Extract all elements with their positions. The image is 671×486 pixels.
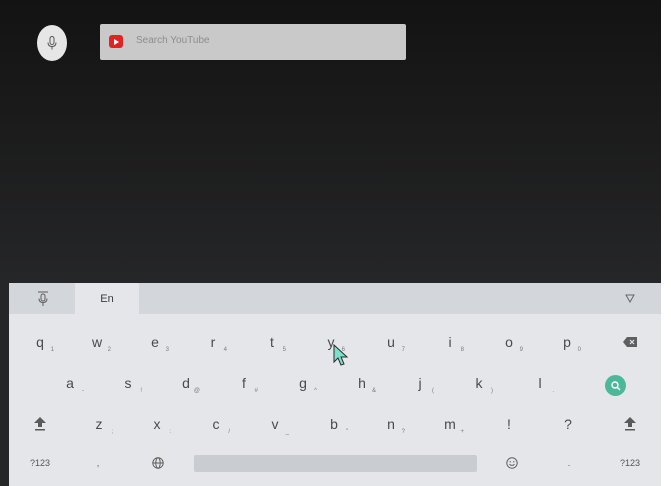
emoji-icon (506, 457, 518, 469)
shift-icon (624, 417, 636, 431)
search-icon (610, 380, 620, 390)
key-q[interactable]: q1 (20, 328, 60, 356)
key-u[interactable]: u7 (371, 328, 411, 356)
key-l[interactable]: l. (520, 369, 560, 397)
key-exclamation[interactable]: ! (489, 410, 529, 438)
key-period[interactable]: . (549, 449, 589, 477)
key-h[interactable]: h & (342, 369, 382, 397)
symbols-key-right[interactable]: ?123 (610, 449, 650, 477)
key-j[interactable]: j( (400, 369, 440, 397)
backspace-icon (623, 337, 637, 347)
mouse-cursor (333, 344, 349, 366)
key-t[interactable]: t5 (252, 328, 292, 356)
key-b[interactable]: b " (314, 410, 354, 438)
mic-icon (47, 36, 57, 50)
spacebar[interactable] (194, 455, 477, 472)
on-screen-keyboard: En q1 w2 e3 r4 t5 y6 u7 i8 o9 p0 a- s! d… (9, 283, 661, 486)
search-key[interactable] (605, 375, 626, 396)
key-a[interactable]: a- (50, 369, 90, 397)
collapse-icon[interactable] (625, 294, 635, 303)
youtube-icon (109, 35, 123, 48)
key-s[interactable]: s! (108, 369, 148, 397)
keyboard-toolbar: En (9, 283, 661, 314)
key-n[interactable]: n? (371, 410, 411, 438)
key-k[interactable]: k) (459, 369, 499, 397)
language-switch-key[interactable] (138, 449, 178, 477)
shift-key-left[interactable] (20, 410, 60, 438)
key-w[interactable]: w2 (77, 328, 117, 356)
shift-key-right[interactable] (610, 410, 650, 438)
key-o[interactable]: o9 (489, 328, 529, 356)
emoji-key[interactable] (492, 449, 532, 477)
language-tab[interactable]: En (75, 283, 139, 314)
key-f[interactable]: f # (224, 369, 264, 397)
voice-search-button[interactable] (37, 25, 67, 61)
search-input[interactable]: Search YouTube (100, 24, 406, 60)
key-comma[interactable]: , (78, 449, 118, 477)
key-p[interactable]: p0 (547, 328, 587, 356)
key-question[interactable]: ? (548, 410, 588, 438)
key-z[interactable]: z; (79, 410, 119, 438)
mic-icon[interactable] (37, 291, 49, 307)
search-placeholder: Search YouTube (136, 35, 210, 46)
language-label: En (100, 292, 114, 305)
key-d[interactable]: d @ (166, 369, 206, 397)
key-g[interactable]: g ^ (283, 369, 323, 397)
key-r[interactable]: r4 (193, 328, 233, 356)
key-c[interactable]: c / (196, 410, 236, 438)
key-m[interactable]: m + (430, 410, 470, 438)
key-x[interactable]: x: (137, 410, 177, 438)
key-v[interactable]: v _ (255, 410, 295, 438)
shift-icon (34, 417, 46, 431)
key-i[interactable]: i8 (430, 328, 470, 356)
symbols-key-left[interactable]: ?123 (20, 449, 60, 477)
globe-icon (152, 457, 164, 469)
backspace-key[interactable] (610, 328, 650, 356)
key-e[interactable]: e3 (135, 328, 175, 356)
